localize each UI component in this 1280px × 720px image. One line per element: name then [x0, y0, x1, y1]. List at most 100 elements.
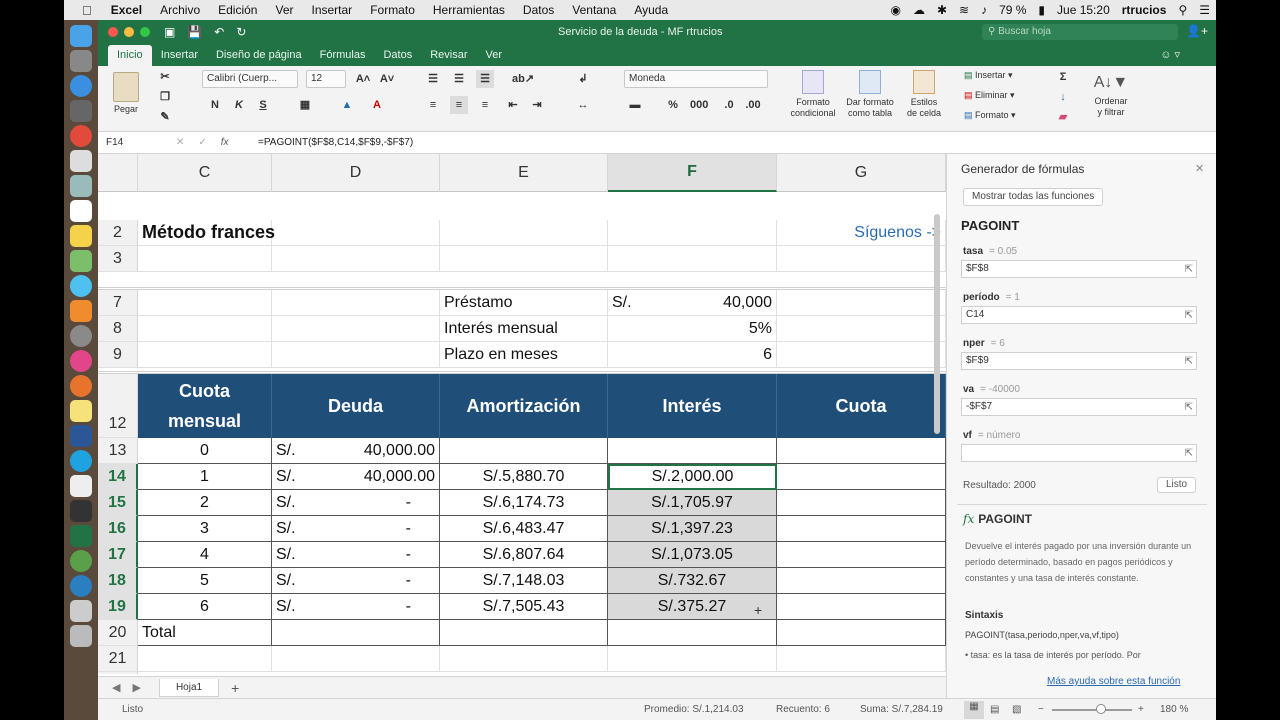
- row-header[interactable]: 19: [98, 594, 138, 620]
- redo-icon[interactable]: ↻: [236, 25, 246, 39]
- total-cell[interactable]: [272, 620, 440, 646]
- bold-icon[interactable]: N: [206, 96, 224, 114]
- cell[interactable]: [777, 342, 946, 368]
- done-button[interactable]: Listo: [1157, 477, 1197, 493]
- accounting-format-icon[interactable]: ▬: [626, 96, 644, 114]
- shrink-font-icon[interactable]: A˅: [378, 70, 396, 88]
- table-cell-debt[interactable]: -: [332, 594, 440, 620]
- paste-button[interactable]: Pegar: [108, 70, 144, 126]
- table-cell-period[interactable]: 2: [138, 490, 272, 516]
- font-color-icon[interactable]: A: [368, 96, 386, 114]
- minimize-window-button[interactable]: [124, 27, 134, 37]
- table-cell-amortization[interactable]: [440, 438, 608, 464]
- cell[interactable]: [777, 646, 946, 672]
- maps-icon[interactable]: [70, 250, 92, 272]
- menu-formato[interactable]: Formato: [361, 3, 424, 17]
- menu-ver[interactable]: Ver: [266, 3, 302, 17]
- cell[interactable]: [440, 246, 608, 272]
- row-header[interactable]: 17: [98, 542, 138, 568]
- tab-insertar[interactable]: Insertar: [152, 45, 207, 66]
- table-cell-payment[interactable]: [777, 594, 946, 620]
- underline-icon[interactable]: S: [254, 96, 272, 114]
- terminal-icon[interactable]: [70, 500, 92, 522]
- preview-icon[interactable]: [70, 175, 92, 197]
- feedback-icon[interactable]: ☺ ▿: [1160, 48, 1180, 66]
- row-header[interactable]: 21: [98, 646, 138, 672]
- table-cell-amortization[interactable]: S/.6,483.47: [440, 516, 608, 542]
- collapse-dialog-icon[interactable]: ⇱: [1185, 262, 1193, 278]
- table-cell-currency[interactable]: S/.: [272, 568, 332, 594]
- orientation-icon[interactable]: ab↗: [512, 70, 534, 88]
- globe-icon[interactable]: [70, 575, 92, 597]
- row-header[interactable]: 9: [98, 342, 138, 368]
- table-cell-interest-active[interactable]: S/.2,000.00: [608, 464, 777, 490]
- table-cell-period[interactable]: 0: [138, 438, 272, 464]
- search-sheet-input[interactable]: ⚲ Buscar hoja: [982, 24, 1178, 40]
- table-cell-payment[interactable]: [777, 516, 946, 542]
- show-all-functions-button[interactable]: Mostrar todas las funciones: [963, 188, 1104, 206]
- follow-us-link[interactable]: Síguenos ->: [777, 220, 946, 246]
- increase-indent-icon[interactable]: ⇥: [528, 96, 546, 114]
- table-cell-payment[interactable]: [777, 568, 946, 594]
- align-top-icon[interactable]: ☰: [424, 70, 442, 88]
- textedit-icon[interactable]: [70, 475, 92, 497]
- borders-icon[interactable]: ▦: [296, 96, 314, 114]
- cell[interactable]: [777, 246, 946, 272]
- rate-value[interactable]: 5%: [608, 316, 777, 342]
- row-header[interactable]: 2: [98, 220, 138, 246]
- align-right-icon[interactable]: ≡: [476, 96, 494, 114]
- cell[interactable]: [138, 646, 272, 672]
- normal-view-icon[interactable]: ▦: [964, 701, 984, 719]
- more-help-link[interactable]: Más ayuda sobre esta función: [1047, 676, 1180, 687]
- tab-ver[interactable]: Ver: [477, 45, 512, 66]
- cloud-icon[interactable]: ☁: [907, 3, 931, 17]
- table-cell-period[interactable]: 4: [138, 542, 272, 568]
- tab-revisar[interactable]: Revisar: [421, 45, 476, 66]
- cell[interactable]: [777, 290, 946, 316]
- merge-center-icon[interactable]: ↔: [574, 96, 592, 114]
- delete-cells-button[interactable]: ▤ Eliminar ▾: [964, 90, 1015, 101]
- table-cell-amortization[interactable]: S/.5,880.70: [440, 464, 608, 490]
- zoom-in-icon[interactable]: +: [1138, 704, 1144, 715]
- table-cell-interest[interactable]: S/.732.67: [608, 568, 777, 594]
- loan-label[interactable]: Préstamo: [440, 290, 608, 316]
- table-cell-debt[interactable]: 40,000.00: [332, 438, 440, 464]
- cell[interactable]: [272, 316, 440, 342]
- number-format-select[interactable]: Moneda: [624, 70, 768, 88]
- record-icon[interactable]: ◉: [884, 3, 906, 17]
- finder-icon[interactable]: [70, 25, 92, 47]
- table-cell-payment[interactable]: [777, 490, 946, 516]
- notifications-icon[interactable]: ☰: [1193, 3, 1216, 17]
- cell[interactable]: [440, 220, 608, 246]
- loan-value[interactable]: 40,000: [668, 290, 777, 316]
- chrome-icon[interactable]: [70, 125, 92, 147]
- total-cell[interactable]: [608, 620, 777, 646]
- cell[interactable]: [608, 246, 777, 272]
- table-cell-period[interactable]: 5: [138, 568, 272, 594]
- row-header[interactable]: 12: [98, 374, 138, 438]
- name-box[interactable]: F14: [98, 137, 168, 148]
- notes-icon[interactable]: [70, 225, 92, 247]
- page-break-icon[interactable]: ▧: [1012, 704, 1021, 715]
- arg-input-vf[interactable]: ⇱: [961, 444, 1197, 462]
- table-cell-period[interactable]: 1: [138, 464, 272, 490]
- zoom-slider-thumb[interactable]: [1096, 704, 1106, 714]
- term-value[interactable]: 6: [608, 342, 777, 368]
- rocket-icon[interactable]: [70, 100, 92, 122]
- collapse-dialog-icon[interactable]: ⇱: [1185, 446, 1193, 462]
- table-cell-currency[interactable]: S/.: [272, 490, 332, 516]
- sheet-tab-hoja1[interactable]: Hoja1: [158, 678, 220, 697]
- table-cell-debt[interactable]: -: [332, 490, 440, 516]
- loan-currency[interactable]: S/.: [608, 290, 668, 316]
- volume-icon[interactable]: ♪: [975, 3, 993, 17]
- wrap-text-icon[interactable]: ↲: [574, 70, 592, 88]
- align-left-icon[interactable]: ≡: [424, 96, 442, 114]
- tab-datos[interactable]: Datos: [374, 45, 421, 66]
- battery-text[interactable]: 79 %: [993, 3, 1032, 17]
- cell[interactable]: [138, 290, 272, 316]
- term-label[interactable]: Plazo en meses: [440, 342, 608, 368]
- table-cell-debt[interactable]: -: [332, 568, 440, 594]
- clear-icon[interactable]: ▰: [1054, 108, 1072, 126]
- spotlight-icon[interactable]: ⚲: [1172, 3, 1193, 17]
- rate-label[interactable]: Interés mensual: [440, 316, 608, 342]
